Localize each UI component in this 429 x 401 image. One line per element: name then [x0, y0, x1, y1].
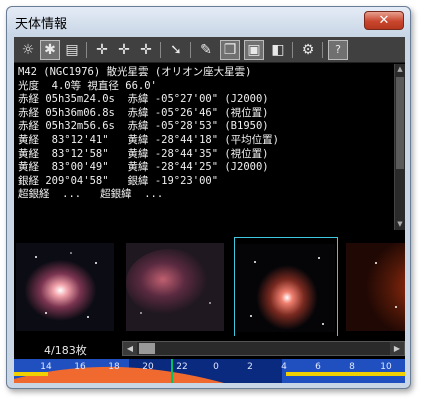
- hour-label: 16: [74, 362, 86, 372]
- scroll-right-icon[interactable]: ▶: [390, 342, 404, 355]
- toolbar-separator: [190, 42, 191, 58]
- toolbar-separator: [86, 42, 87, 58]
- thumbnail-2[interactable]: [124, 237, 228, 336]
- nebula-image: [16, 243, 114, 331]
- hour-label: 4: [281, 362, 287, 372]
- info-line: 赤経 05h36m06.8s 赤緯 -05°26'46" (視位置): [18, 106, 269, 119]
- timeline-graphic: 14 16 18 20 22 0 2 4 6 8 10: [14, 359, 405, 383]
- info-line: 黄経 83°12'41" 黄緯 -28°44'18" (平均位置): [18, 133, 280, 146]
- target-icon[interactable]: ✱: [40, 40, 60, 60]
- window: 天体情報 ✕ ☼ ✱ ▤ ✛ ✛ ✛ ➘ ✎ ❐ ▣ ◧ ⚙ ? M42 (NG…: [6, 6, 411, 389]
- info-line: M42 (NGC1976) 散光星雲 (オリオン座大星雲): [18, 66, 252, 78]
- nebula-image: [237, 244, 335, 332]
- settings-icon[interactable]: ⚙: [298, 40, 318, 60]
- altitude-timeline[interactable]: 14 16 18 20 22 0 2 4 6 8 10: [14, 359, 405, 383]
- scroll-thumb[interactable]: [139, 343, 155, 354]
- hour-label: 0: [213, 362, 219, 372]
- toolbar: ☼ ✱ ▤ ✛ ✛ ✛ ➘ ✎ ❐ ▣ ◧ ⚙ ?: [14, 37, 405, 63]
- add-marker-icon[interactable]: ✛: [114, 40, 134, 60]
- thumbnail-4[interactable]: [344, 237, 405, 336]
- sun-icon[interactable]: ☼: [18, 40, 38, 60]
- pencil-icon[interactable]: ✎: [196, 40, 216, 60]
- scroll-down-icon[interactable]: ▼: [395, 219, 405, 230]
- info-line: 超銀経 ... 超銀緯 ...: [18, 188, 164, 201]
- database-icon[interactable]: ▤: [62, 40, 82, 60]
- nebula-image: [346, 243, 405, 331]
- info-line: 赤経 05h32m56.6s 赤緯 -05°28'53" (B1950): [18, 120, 269, 133]
- scroll-left-icon[interactable]: ◀: [123, 342, 137, 355]
- thumbnail-3[interactable]: [234, 237, 338, 336]
- daylight-bar: [286, 372, 405, 376]
- scroll-thumb[interactable]: [396, 77, 404, 169]
- thumbnail-strip: [14, 231, 405, 336]
- thumbnail-scrollbar[interactable]: ◀ ▶: [122, 341, 405, 356]
- scroll-up-icon[interactable]: ▲: [395, 64, 405, 75]
- info-line: 赤経 05h35m24.0s 赤緯 -05°27'00" (J2000): [18, 93, 269, 106]
- hour-label: 6: [315, 362, 321, 372]
- hour-label: 10: [380, 362, 392, 372]
- object-info-panel: M42 (NGC1976) 散光星雲 (オリオン座大星雲) 光度 4.0等 視直…: [14, 64, 394, 230]
- hour-label: 20: [142, 362, 154, 372]
- client-area: ☼ ✱ ▤ ✛ ✛ ✛ ➘ ✎ ❐ ▣ ◧ ⚙ ? M42 (NGC1976) …: [14, 37, 405, 383]
- info-line: 黄経 83°12'58" 黄緯 -28°44'35" (視位置): [18, 147, 269, 160]
- nebula-image: [126, 243, 224, 331]
- image-count: 4/183枚: [44, 344, 87, 357]
- hour-label: 22: [176, 362, 187, 372]
- image-panel-icon[interactable]: ◧: [268, 40, 288, 60]
- window-title: 天体情報: [15, 17, 68, 32]
- info-line: 黄経 83°00'49" 黄緯 -28°44'25" (J2000): [18, 161, 269, 174]
- hour-label: 2: [247, 362, 253, 372]
- image-icon[interactable]: ▣: [244, 40, 264, 60]
- hour-label: 18: [108, 362, 120, 372]
- info-scrollbar[interactable]: ▲ ▼: [394, 64, 405, 230]
- toolbar-separator: [322, 42, 323, 58]
- title-bar[interactable]: 天体情報 ✕: [7, 7, 410, 35]
- hour-label: 8: [349, 362, 355, 372]
- hour-label: 14: [40, 362, 52, 372]
- toolbar-separator: [160, 42, 161, 58]
- info-line: 光度 4.0等 視直径 66.0': [18, 79, 157, 92]
- info-line: 銀経 209°04'58" 銀緯 -19°23'00": [18, 174, 219, 187]
- help-icon[interactable]: ?: [328, 40, 348, 60]
- crosshair-slash-icon[interactable]: ✛: [136, 40, 156, 60]
- close-button[interactable]: ✕: [364, 11, 404, 30]
- pointer-icon[interactable]: ➘: [166, 40, 186, 60]
- thumbnail-1[interactable]: [14, 237, 118, 336]
- crosshair-icon[interactable]: ✛: [92, 40, 112, 60]
- windows-icon[interactable]: ❐: [220, 40, 240, 60]
- status-bar: 4/183枚 ◀ ▶: [14, 337, 405, 359]
- toolbar-separator: [292, 42, 293, 58]
- daylight-bar: [14, 372, 48, 376]
